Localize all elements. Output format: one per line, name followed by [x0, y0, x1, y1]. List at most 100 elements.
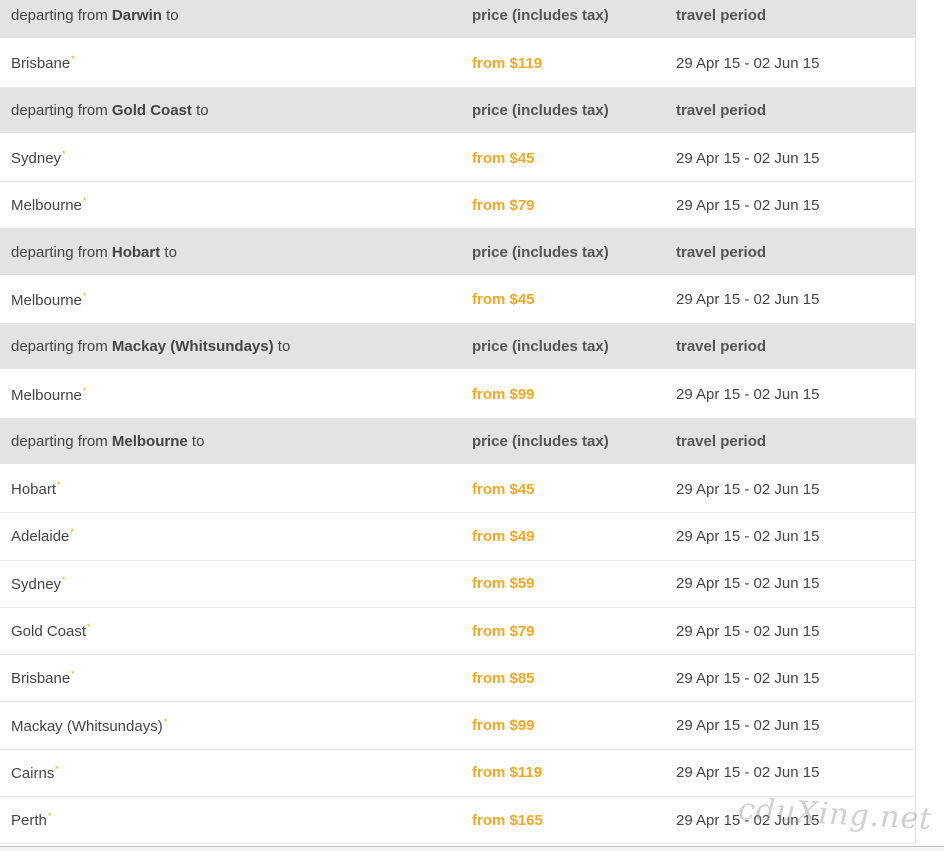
page: departing from Darwin to price (includes … [0, 0, 944, 851]
destination-city: Melbourne [11, 197, 82, 215]
fare-price[interactable]: from $119 [472, 764, 676, 781]
fare-price[interactable]: from $99 [472, 386, 676, 403]
destination-city: Melbourne [11, 386, 82, 404]
departing-suffix: to [273, 338, 291, 356]
price-column-header: price (includes tax) [472, 243, 609, 261]
group-header-row: departing from Darwin to price (includes … [0, 0, 915, 41]
route-row[interactable]: Gold Coast* from $79 29 Apr 15 - 02 Jun 15 [0, 608, 915, 656]
destination-cell: Melbourne* [0, 386, 472, 404]
fare-price[interactable]: from $45 [472, 481, 676, 498]
fare-price[interactable]: from $45 [472, 291, 676, 308]
departing-suffix: to [191, 101, 209, 119]
destination-city: Gold Coast [11, 623, 87, 640]
route-row[interactable]: Cairns* from $119 29 Apr 15 - 02 Jun 15 [0, 750, 915, 798]
origin-city: Gold Coast [111, 101, 192, 119]
departing-prefix: departing from [11, 243, 112, 261]
period-column-header: travel period [676, 101, 767, 119]
travel-period: 29 Apr 15 - 02 Jun 15 [676, 196, 820, 214]
conditions-asterisk: * [57, 480, 61, 491]
destination-city: Brisbane [11, 670, 71, 688]
departing-suffix: to [161, 7, 179, 25]
fare-price[interactable]: from $165 [472, 812, 676, 829]
fare-table: departing from Darwin to price (includes … [0, 0, 916, 845]
travel-period: 29 Apr 15 - 02 Jun 15 [676, 764, 820, 782]
route-row[interactable]: Sydney* from $59 29 Apr 15 - 02 Jun 15 [0, 561, 915, 608]
departing-from-label: departing from Mackay (Whitsundays) to [0, 338, 472, 355]
fare-price[interactable]: from $59 [472, 575, 676, 592]
route-row[interactable]: Brisbane* from $85 29 Apr 15 - 02 Jun 15 [0, 655, 915, 703]
route-row[interactable]: Melbourne* from $45 29 Apr 15 - 02 Jun 15 [0, 277, 915, 325]
fare-price[interactable]: from $79 [472, 623, 676, 640]
destination-cell: Mackay (Whitsundays)* [0, 717, 472, 735]
route-row[interactable]: Melbourne* from $99 29 Apr 15 - 02 Jun 15 [0, 371, 915, 419]
route-row[interactable]: Brisbane* from $119 29 Apr 15 - 02 Jun 15 [0, 40, 915, 88]
travel-period: 29 Apr 15 - 02 Jun 15 [676, 291, 820, 309]
destination-cell: Adelaide* [0, 527, 472, 545]
destination-cell: Brisbane* [0, 54, 472, 72]
conditions-asterisk: * [71, 669, 75, 680]
destination-cell: Melbourne* [0, 291, 472, 309]
departing-suffix: to [160, 243, 177, 261]
conditions-asterisk: * [163, 716, 168, 727]
travel-period: 29 Apr 15 - 02 Jun 15 [676, 717, 820, 735]
travel-period: 29 Apr 15 - 02 Jun 15 [676, 54, 820, 72]
departing-from-label: departing from Gold Coast to [0, 102, 472, 119]
horizontal-scrollbar[interactable] [0, 846, 944, 851]
group-header-row: departing from Hobart to price (includes … [0, 229, 915, 277]
destination-cell: Brisbane* [0, 669, 472, 687]
conditions-asterisk: * [55, 763, 59, 774]
route-row[interactable]: Hobart* from $45 29 Apr 15 - 02 Jun 15 [0, 466, 915, 514]
destination-cell: Gold Coast* [0, 622, 472, 640]
fare-price[interactable]: from $45 [472, 150, 676, 167]
route-row[interactable]: Perth* from $165 29 Apr 15 - 02 Jun 15 [0, 797, 915, 845]
departing-from-label: departing from Darwin to [0, 7, 472, 24]
departing-suffix: to [187, 432, 205, 450]
travel-period: 29 Apr 15 - 02 Jun 15 [676, 622, 820, 640]
period-column-header: travel period [676, 7, 767, 25]
period-column-header: travel period [676, 338, 767, 356]
period-column-header: travel period [676, 243, 767, 261]
fare-price[interactable]: from $99 [472, 717, 676, 734]
conditions-asterisk: * [71, 54, 75, 65]
travel-period: 29 Apr 15 - 02 Jun 15 [676, 149, 820, 167]
departing-prefix: departing from [11, 432, 112, 450]
departing-prefix: departing from [11, 7, 112, 25]
destination-city: Adelaide [11, 528, 70, 546]
travel-period: 29 Apr 15 - 02 Jun 15 [676, 669, 820, 687]
group-header-row: departing from Mackay (Whitsundays) to pr… [0, 324, 915, 372]
conditions-asterisk: * [82, 290, 87, 301]
fare-price[interactable]: from $119 [472, 55, 676, 72]
route-row[interactable]: Melbourne* from $79 29 Apr 15 - 02 Jun 15 [0, 182, 915, 230]
departing-from-label: departing from Melbourne to [0, 433, 472, 450]
travel-period: 29 Apr 15 - 02 Jun 15 [676, 575, 820, 593]
conditions-asterisk: * [47, 811, 52, 822]
destination-cell: Hobart* [0, 480, 472, 498]
destination-city: Perth [11, 812, 47, 830]
fare-price[interactable]: from $79 [472, 197, 676, 214]
period-column-header: travel period [676, 432, 767, 450]
origin-city: Darwin [111, 7, 162, 25]
group-header-row: departing from Gold Coast to price (inclu… [0, 87, 915, 135]
price-column-header: price (includes tax) [472, 101, 609, 119]
conditions-asterisk: * [87, 622, 91, 632]
destination-cell: Sydney* [0, 149, 472, 167]
destination-city: Melbourne [11, 291, 82, 309]
price-column-header: price (includes tax) [472, 7, 609, 25]
destination-city: Cairns [11, 764, 55, 782]
conditions-asterisk: * [82, 385, 87, 396]
origin-city: Hobart [111, 243, 161, 261]
route-row[interactable]: Mackay (Whitsundays)* from $99 29 Apr 15 -… [0, 702, 915, 750]
travel-period: 29 Apr 15 - 02 Jun 15 [676, 811, 820, 829]
travel-period: 29 Apr 15 - 02 Jun 15 [676, 386, 820, 404]
destination-city: Brisbane [11, 55, 71, 73]
destination-cell: Melbourne* [0, 196, 472, 214]
conditions-asterisk: * [70, 527, 74, 538]
destination-cell: Cairns* [0, 764, 472, 782]
conditions-asterisk: * [82, 196, 87, 207]
fare-price[interactable]: from $49 [472, 528, 676, 545]
route-row[interactable]: Adelaide* from $49 29 Apr 15 - 02 Jun 15 [0, 513, 915, 561]
destination-cell: Sydney* [0, 575, 472, 593]
fare-price[interactable]: from $85 [472, 670, 676, 687]
destination-city: Sydney [11, 150, 62, 168]
route-row[interactable]: Sydney* from $45 29 Apr 15 - 02 Jun 15 [0, 135, 915, 183]
